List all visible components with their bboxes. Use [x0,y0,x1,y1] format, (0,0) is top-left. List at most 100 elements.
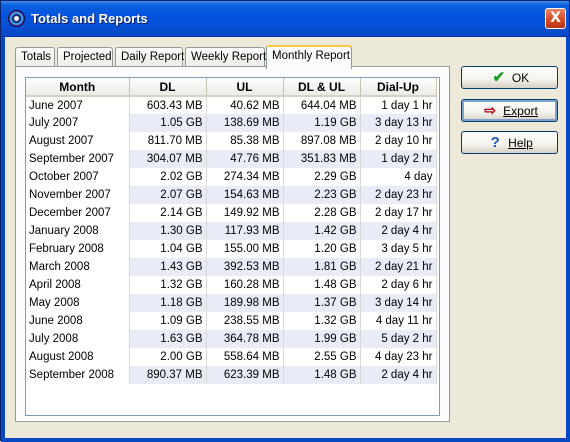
cell-ul: 154.63 MB [206,186,284,204]
tab-monthly-report[interactable]: Monthly Report [266,45,352,69]
cell-ul: 138.69 MB [206,114,284,132]
monthly-report-table: Month DL UL DL & UL Dial-Up June 2007 603… [26,78,437,384]
help-button[interactable]: ? Help [461,131,558,154]
tab-projected[interactable]: Projected [57,47,113,68]
check-icon: ✔ [492,69,506,86]
cell-dial-up: 2 day 10 hr [360,132,437,150]
table-row[interactable]: April 2008 1.32 GB 160.28 MB 1.48 GB 2 day 6… [26,276,437,294]
cell-month: November 2007 [26,186,130,204]
cell-dial-up: 1 day 2 hr [360,150,437,168]
cell-dial-up: 1 day 1 hr [360,96,437,114]
table-row[interactable]: November 2007 2.07 GB 154.63 MB 2.23 GB 2 da… [26,186,437,204]
cell-dl-ul: 1.99 GB [283,330,361,348]
table-row[interactable]: October 2007 2.02 GB 274.34 MB 2.29 GB 4 day [26,168,437,186]
window-border-right [566,37,570,441]
totals-and-reports-window: Totals and Reports X Totals Projected Da… [0,0,570,442]
export-button[interactable]: ⇨ Export [461,99,558,122]
help-button-label: Help [508,136,533,150]
cell-month: February 2008 [26,240,130,258]
table-row[interactable]: July 2007 1.05 GB 138.69 MB 1.19 GB 3 day 13… [26,114,437,132]
cell-dl: 2.00 GB [129,348,207,366]
cell-month: July 2008 [26,330,130,348]
tab-totals[interactable]: Totals [15,47,55,68]
table-row[interactable]: June 2007 603.43 MB 40.62 MB 644.04 MB 1 day… [26,96,437,114]
window-title: Totals and Reports [31,11,148,26]
close-button[interactable]: X [545,8,566,29]
cell-dl-ul: 1.32 GB [283,312,361,330]
column-header-ul[interactable]: UL [206,78,284,97]
table-row[interactable]: January 2008 1.30 GB 117.93 MB 1.42 GB 2 day… [26,222,437,240]
cell-dial-up: 2 day 4 hr [360,366,437,384]
cell-dl: 1.30 GB [129,222,207,240]
cell-dial-up: 3 day 13 hr [360,114,437,132]
column-header-dial-up[interactable]: Dial-Up [360,78,437,97]
tab-weekly-report[interactable]: Weekly Report [185,47,266,68]
table-row[interactable]: June 2008 1.09 GB 238.55 MB 1.32 GB 4 day 11… [26,312,437,330]
column-header-dl[interactable]: DL [129,78,207,97]
cell-dl-ul: 2.23 GB [283,186,361,204]
cell-dl: 1.43 GB [129,258,207,276]
column-header-dl-ul[interactable]: DL & UL [283,78,361,97]
cell-ul: 155.00 MB [206,240,284,258]
cell-ul: 558.64 MB [206,348,284,366]
cell-dl-ul: 351.83 MB [283,150,361,168]
cell-dial-up: 4 day [360,168,437,186]
cell-ul: 47.76 MB [206,150,284,168]
table-header-row: Month DL UL DL & UL Dial-Up [26,78,437,97]
cell-dl-ul: 644.04 MB [283,96,361,114]
cell-dl: 2.02 GB [129,168,207,186]
cell-month: August 2007 [26,132,130,150]
cell-dl-ul: 2.29 GB [283,168,361,186]
cell-dial-up: 3 day 5 hr [360,240,437,258]
cell-ul: 364.78 MB [206,330,284,348]
cell-dl-ul: 1.48 GB [283,276,361,294]
table-row[interactable]: September 2008 890.37 MB 623.39 MB 1.48 GB 2… [26,366,437,384]
cell-ul: 117.93 MB [206,222,284,240]
table-row[interactable]: March 2008 1.43 GB 392.53 MB 1.81 GB 2 day 2… [26,258,437,276]
cell-dial-up: 2 day 23 hr [360,186,437,204]
table-row[interactable]: December 2007 2.14 GB 149.92 MB 2.28 GB 2 da… [26,204,437,222]
cell-dial-up: 2 day 17 hr [360,204,437,222]
cell-ul: 238.55 MB [206,312,284,330]
cell-dl-ul: 2.28 GB [283,204,361,222]
cell-dl: 1.09 GB [129,312,207,330]
app-icon [8,10,25,27]
title-bar[interactable]: Totals and Reports X [1,1,569,37]
cell-dial-up: 2 day 4 hr [360,222,437,240]
cell-dial-up: 4 day 11 hr [360,312,437,330]
table-row[interactable]: February 2008 1.04 GB 155.00 MB 1.20 GB 3 da… [26,240,437,258]
table-row[interactable]: August 2007 811.70 MB 85.38 MB 897.08 MB 2 d… [26,132,437,150]
ok-button-label: OK [511,71,530,85]
cell-dial-up: 5 day 2 hr [360,330,437,348]
cell-dl: 890.37 MB [129,366,207,384]
column-header-month[interactable]: Month [26,78,130,97]
cell-ul: 149.92 MB [206,204,284,222]
cell-month: December 2007 [26,204,130,222]
cell-dl-ul: 1.19 GB [283,114,361,132]
window-border-left [1,37,5,441]
cell-dl-ul: 1.48 GB [283,366,361,384]
cell-dial-up: 2 day 21 hr [360,258,437,276]
cell-dl-ul: 1.20 GB [283,240,361,258]
cell-ul: 623.39 MB [206,366,284,384]
cell-dl: 304.07 MB [129,150,207,168]
tab-daily-report[interactable]: Daily Report [115,47,184,68]
cell-dl: 1.18 GB [129,294,207,312]
cell-dl: 1.05 GB [129,114,207,132]
cell-ul: 189.98 MB [206,294,284,312]
cell-dial-up: 4 day 23 hr [360,348,437,366]
cell-month: September 2008 [26,366,130,384]
table-row[interactable]: July 2008 1.63 GB 364.78 MB 1.99 GB 5 day 2 … [26,330,437,348]
cell-dl: 2.14 GB [129,204,207,222]
cell-month: July 2007 [26,114,130,132]
cell-dl-ul: 897.08 MB [283,132,361,150]
cell-dl: 2.07 GB [129,186,207,204]
cell-dl-ul: 1.81 GB [283,258,361,276]
table-row[interactable]: May 2008 1.18 GB 189.98 MB 1.37 GB 3 day 14 … [26,294,437,312]
table-row[interactable]: September 2007 304.07 MB 47.76 MB 351.83 MB… [26,150,437,168]
cell-month: August 2008 [26,348,130,366]
monthly-report-table-container[interactable]: Month DL UL DL & UL Dial-Up June 2007 603… [25,77,440,416]
ok-button[interactable]: ✔ OK [461,66,558,89]
table-row[interactable]: August 2008 2.00 GB 558.64 MB 2.55 GB 4 day … [26,348,437,366]
cell-dl: 1.32 GB [129,276,207,294]
